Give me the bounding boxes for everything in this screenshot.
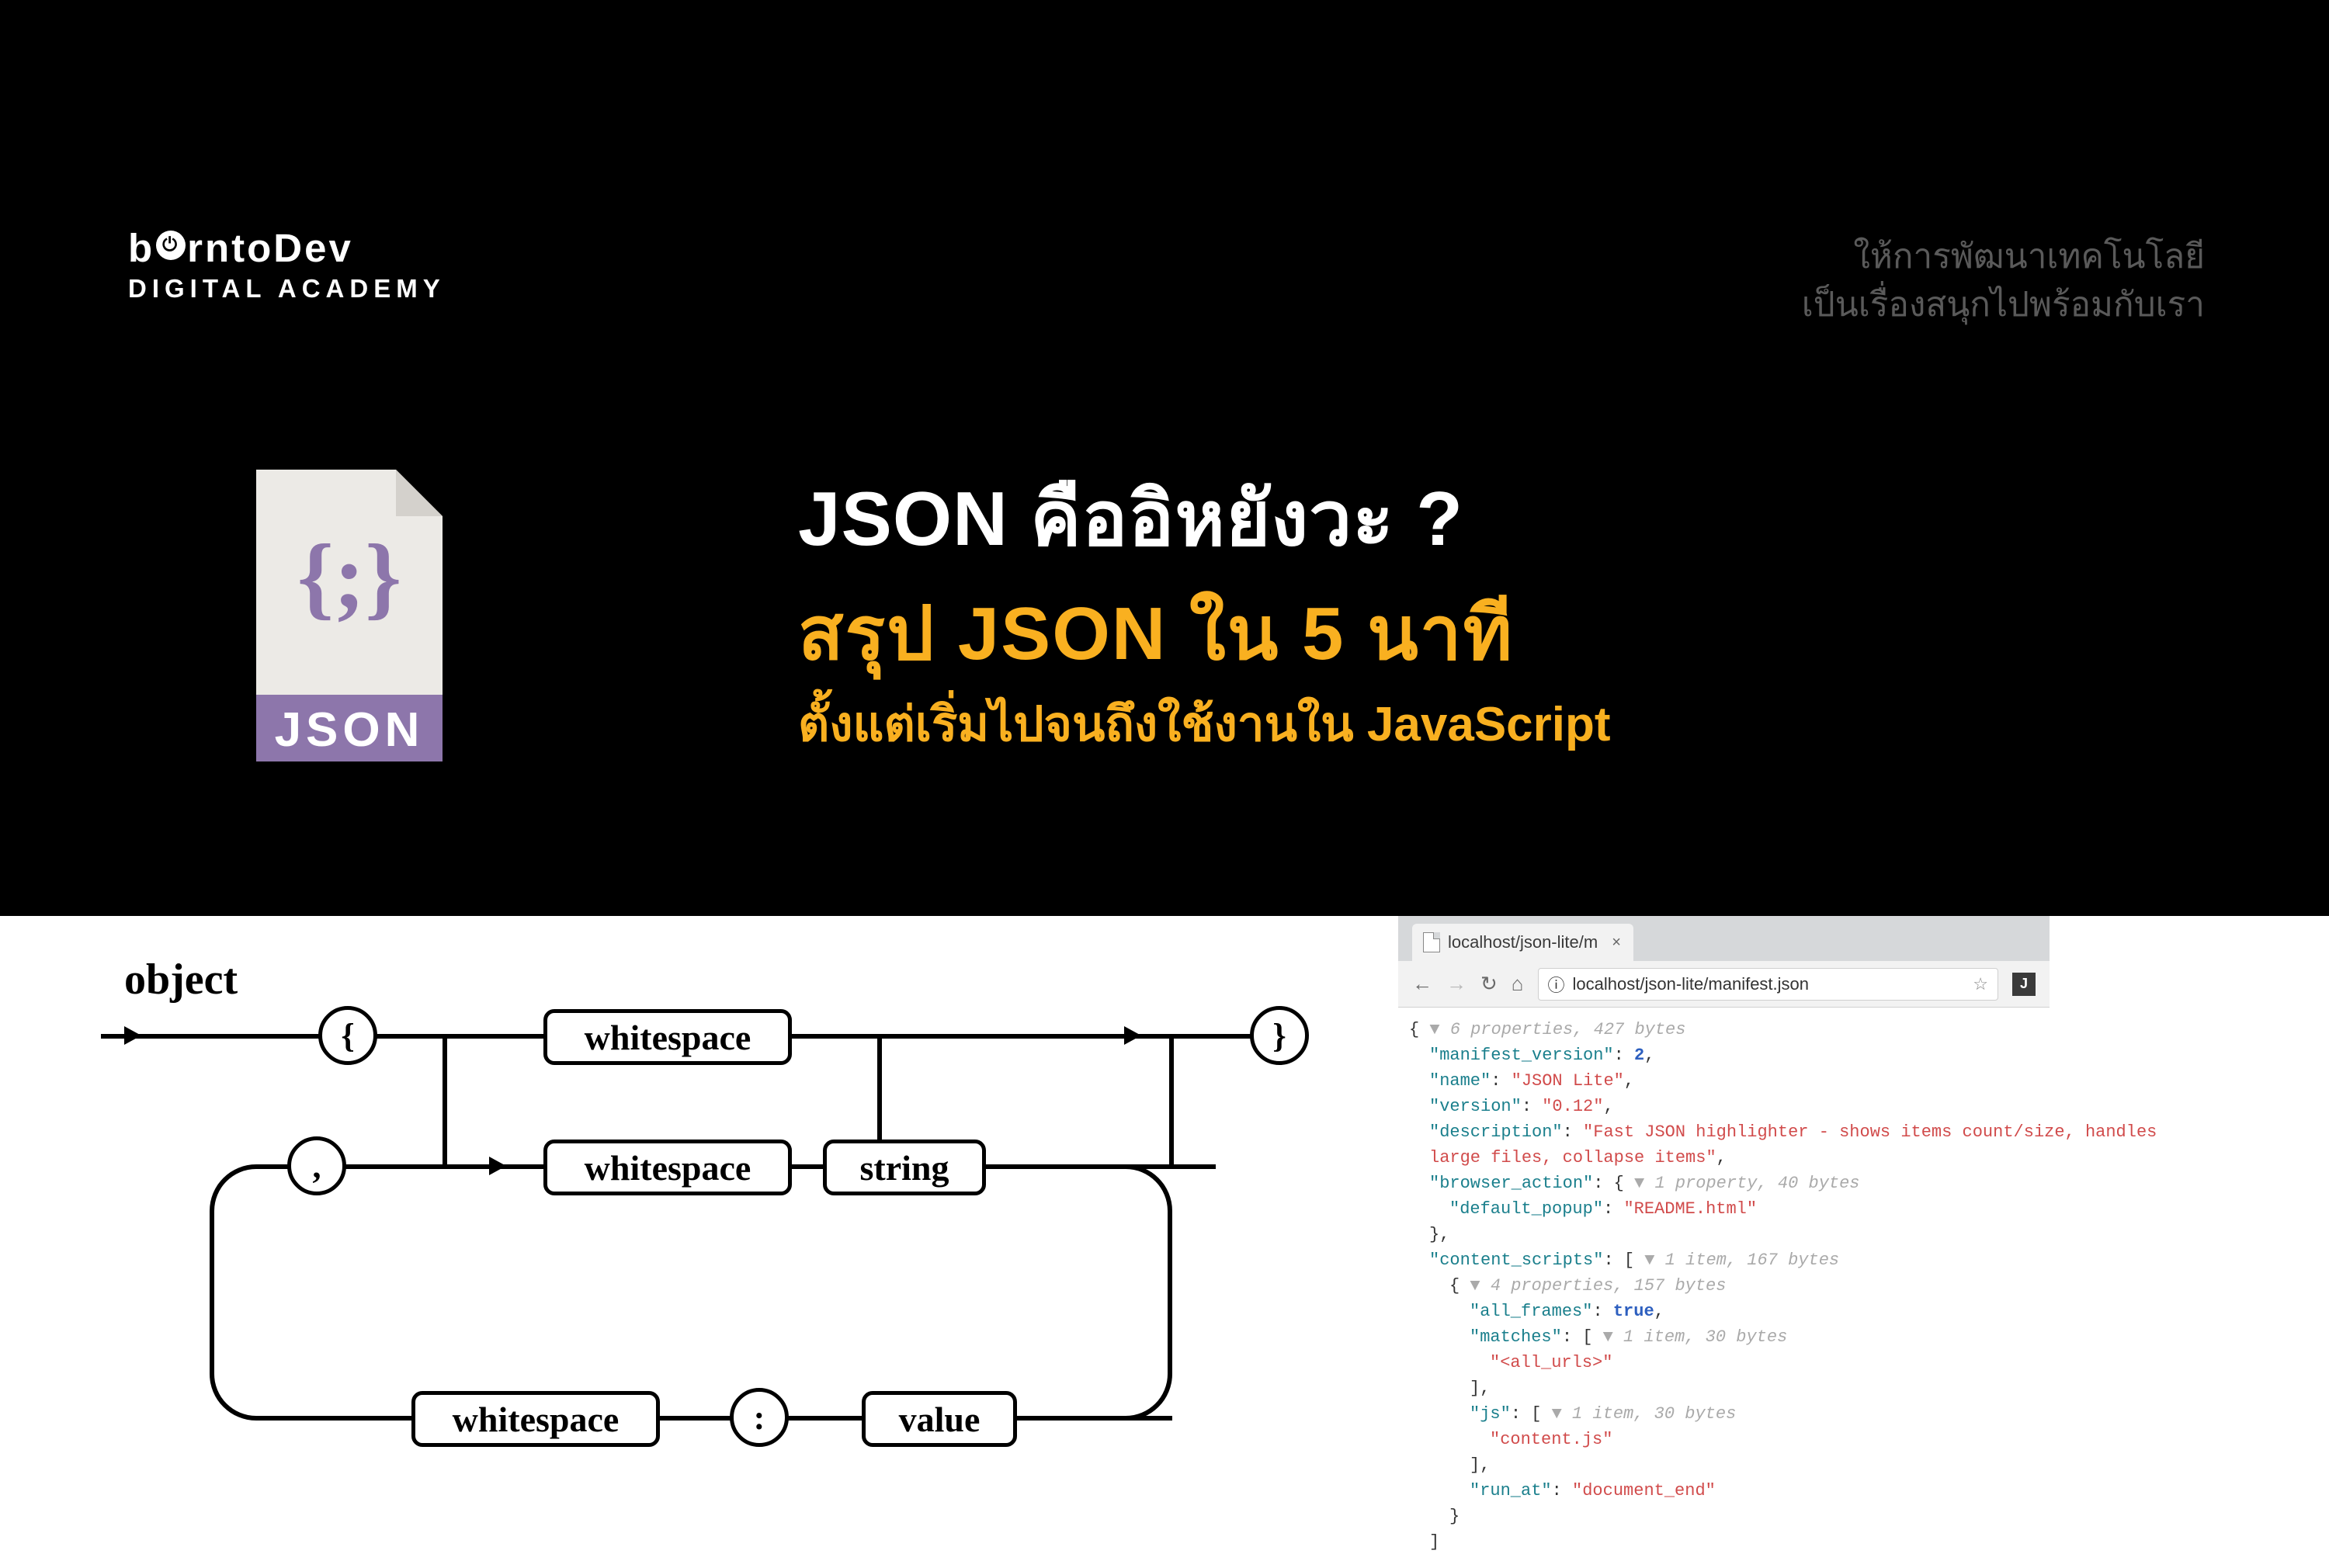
close-icon[interactable]: × <box>1612 934 1621 952</box>
home-icon[interactable]: ⌂ <box>1512 972 1524 996</box>
railroad-heading: object <box>124 955 238 1004</box>
browser-tab-strip: localhost/json-lite/m × <box>1398 916 2050 961</box>
brand-letter-b: b <box>128 225 154 271</box>
railroad-open-brace: { <box>318 1006 377 1065</box>
json-file-icon: {;} JSON <box>241 470 458 768</box>
railroad-colon: : <box>730 1388 789 1447</box>
railroad-diagram: object { whitespace } , whitespace strin… <box>54 931 1335 1568</box>
json-ext-label: JSON <box>275 703 425 757</box>
railroad-whitespace-2: whitespace <box>543 1140 792 1195</box>
tagline-line2: เป็นเรื่องสนุกไปพร้อมกับเรา <box>1802 281 2205 329</box>
railroad-whitespace-3: whitespace <box>411 1391 660 1447</box>
brand-rest: rntoDev <box>187 225 353 271</box>
railroad-close-brace: } <box>1250 1006 1309 1065</box>
title-line3: ตั้งแต่เริ่มไปจนถึงใช้งานใน JavaScript <box>798 694 1611 757</box>
railroad-value: value <box>862 1391 1017 1447</box>
tagline-line1: ให้การพัฒนาเทคโนโลยี <box>1802 233 2205 281</box>
railroad-string: string <box>823 1140 986 1195</box>
tab-title: localhost/json-lite/m <box>1448 932 1598 952</box>
tagline: ให้การพัฒนาเทคโนโลยี เป็นเรื่องสนุกไปพร้… <box>1802 233 2205 328</box>
forward-icon[interactable]: → <box>1446 972 1466 996</box>
railroad-comma: , <box>287 1136 346 1195</box>
address-url: localhost/json-lite/manifest.json <box>1573 974 1809 994</box>
browser-window: localhost/json-lite/m × ← → ↻ ⌂ ⓘ localh… <box>1397 916 2050 1552</box>
title-block: JSON คืออิหยังวะ ? สรุป JSON ใน 5 นาที ต… <box>798 458 1611 756</box>
brand-subtitle: DIGITAL ACADEMY <box>128 274 446 304</box>
reload-icon[interactable]: ↻ <box>1480 972 1498 996</box>
brand-logo: b ⏻ rntoDev DIGITAL ACADEMY <box>128 225 446 304</box>
json-braces-text: {;} <box>297 525 402 628</box>
info-icon[interactable]: ⓘ <box>1548 972 1565 997</box>
hero-banner: b ⏻ rntoDev DIGITAL ACADEMY ให้การพัฒนาเ… <box>0 0 2329 916</box>
power-icon: ⏻ <box>156 231 186 260</box>
browser-toolbar: ← → ↻ ⌂ ⓘ localhost/json-lite/manifest.j… <box>1398 961 2050 1008</box>
browser-tab[interactable]: localhost/json-lite/m × <box>1412 924 1633 961</box>
title-line1: JSON คืออิหยังวะ ? <box>798 458 1611 579</box>
bottom-section: object { whitespace } , whitespace strin… <box>0 916 2329 1552</box>
address-bar[interactable]: ⓘ localhost/json-lite/manifest.json ☆ <box>1538 968 1998 1001</box>
extension-badge[interactable]: J <box>2012 973 2036 996</box>
json-viewer: { ▼ 6 properties, 427 bytes "manifest_ve… <box>1398 1008 2050 1564</box>
star-icon[interactable]: ☆ <box>1973 974 1988 994</box>
file-icon <box>1423 932 1440 952</box>
railroad-whitespace-1: whitespace <box>543 1009 792 1065</box>
title-line2: สรุป JSON ใน 5 นาที <box>798 593 1611 675</box>
back-icon[interactable]: ← <box>1412 972 1432 996</box>
